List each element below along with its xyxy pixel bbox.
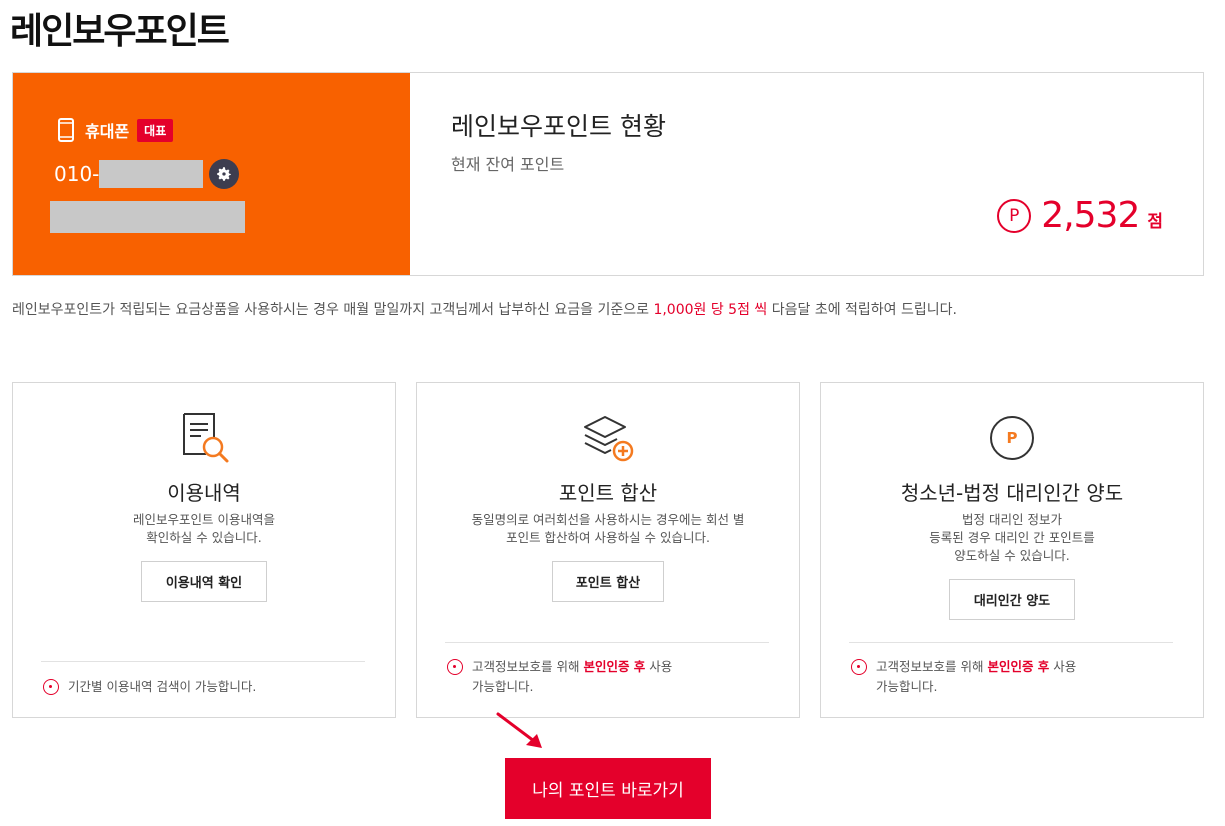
phone-number-masked [99, 160, 204, 188]
card-description-line: 법정 대리인 정보가 [962, 512, 1062, 527]
card-divider [41, 661, 365, 662]
card-description: 동일명의로 여러회선을 사용하시는 경우에는 회선 별 포인트 합산하여 사용하… [417, 511, 799, 547]
accrual-notice: 레인보우포인트가 적립되는 요금상품을 사용하시는 경우 매월 말일까지 고객님… [12, 299, 957, 319]
phone-number-row: 010- [54, 159, 240, 189]
points-merge-card: 포인트 합산 동일명의로 여러회선을 사용하시는 경우에는 회선 별 포인트 합… [416, 382, 800, 718]
phone-number-prefix: 010- [54, 162, 100, 186]
proxy-transfer-button[interactable]: 대리인간 양도 [949, 579, 1075, 620]
points-unit: 점 [1147, 212, 1163, 232]
card-note: 기간별 이용내역 검색이 가능합니다. [43, 677, 256, 697]
my-points-shortcut-button[interactable]: 나의 포인트 바로가기 [505, 758, 711, 819]
card-description-line: 동일명의로 여러회선을 사용하시는 경우에는 회선 별 [471, 512, 745, 527]
info-dot-icon [43, 679, 59, 695]
proxy-transfer-card: P 청소년-법정 대리인간 양도 법정 대리인 정보가 등록된 경우 대리인 간… [820, 382, 1204, 718]
card-note: 고객정보보호를 위해 본인인증 후 사용 가능합니다. [851, 657, 1076, 697]
card-description: 법정 대리인 정보가 등록된 경우 대리인 간 포인트를 양도하실 수 있습니다… [821, 511, 1203, 565]
card-title: 이용내역 [167, 481, 241, 505]
points-summary-panel: 휴대폰 대표 010- 레인보우포인트 현황 현재 잔여 포인트 P 2,532… [12, 72, 1204, 276]
representative-badge: 대표 [137, 118, 174, 142]
document-search-icon [177, 411, 231, 465]
card-note: 고객정보보호를 위해 본인인증 후 사용 가능합니다. [447, 657, 672, 697]
point-symbol-icon: P [997, 198, 1032, 233]
card-description-line: 확인하실 수 있습니다. [146, 530, 262, 545]
mobile-phone-icon [57, 118, 75, 142]
points-status-subtitle: 현재 잔여 포인트 [451, 155, 565, 174]
points-merge-button[interactable]: 포인트 합산 [552, 561, 664, 602]
card-title: 포인트 합산 [558, 481, 658, 505]
phone-line-panel: 휴대폰 대표 010- [13, 73, 410, 275]
card-divider [849, 642, 1173, 643]
card-note-text-before: 고객정보보호를 위해 [876, 659, 988, 674]
notice-highlight: 1,000원 당 5점 씩 [653, 302, 768, 318]
card-note-text-line2: 가능합니다. [472, 679, 534, 694]
card-description: 레인보우포인트 이용내역을 확인하실 수 있습니다. [13, 511, 395, 547]
card-divider [445, 642, 769, 643]
card-note-text-line2: 가능합니다. [876, 679, 938, 694]
card-note-text: 고객정보보호를 위해 본인인증 후 사용 [472, 657, 672, 677]
page-title: 레인보우포인트 [10, 11, 230, 52]
phone-label-row: 휴대폰 대표 [57, 118, 174, 142]
settings-button[interactable] [209, 159, 240, 189]
card-note-text: 고객정보보호를 위해 본인인증 후 사용 [876, 657, 1076, 677]
gear-icon [217, 167, 232, 181]
points-balance: P 2,532 점 [997, 195, 1163, 236]
card-description-line: 레인보우포인트 이용내역을 [133, 512, 275, 527]
layers-plus-icon [581, 411, 635, 465]
points-status-title: 레인보우포인트 현황 [451, 112, 666, 141]
card-note-text-before: 고객정보보호를 위해 [472, 659, 584, 674]
card-note-text-after: 사용 [645, 659, 673, 674]
card-title: 청소년-법정 대리인간 양도 [900, 481, 1124, 505]
points-status-panel: 레인보우포인트 현황 현재 잔여 포인트 P 2,532 점 [410, 73, 1203, 275]
customer-info-masked [50, 201, 245, 233]
info-dot-icon [851, 659, 867, 675]
card-description-line: 등록된 경우 대리인 간 포인트를 [929, 530, 1095, 545]
card-note-highlight: 본인인증 후 [583, 659, 646, 674]
card-description-line: 양도하실 수 있습니다. [954, 548, 1070, 563]
phone-label: 휴대폰 [85, 122, 130, 141]
pointer-arrow-icon [494, 710, 550, 754]
card-note-text-after: 사용 [1049, 659, 1077, 674]
usage-history-button[interactable]: 이용내역 확인 [141, 561, 267, 602]
point-circle-letter: P [1006, 429, 1018, 447]
notice-text-before: 레인보우포인트가 적립되는 요금상품을 사용하시는 경우 매월 말일까지 고객님… [12, 302, 654, 318]
card-note-highlight: 본인인증 후 [987, 659, 1050, 674]
card-description-line: 포인트 합산하여 사용하실 수 있습니다. [506, 530, 710, 545]
points-value: 2,532 [1041, 195, 1140, 236]
point-circle-icon: P [985, 411, 1039, 465]
usage-history-card: 이용내역 레인보우포인트 이용내역을 확인하실 수 있습니다. 이용내역 확인 … [12, 382, 396, 718]
info-dot-icon [447, 659, 463, 675]
card-note-text: 기간별 이용내역 검색이 가능합니다. [68, 679, 257, 694]
notice-text-after: 다음달 초에 적립하여 드립니다. [767, 302, 957, 318]
